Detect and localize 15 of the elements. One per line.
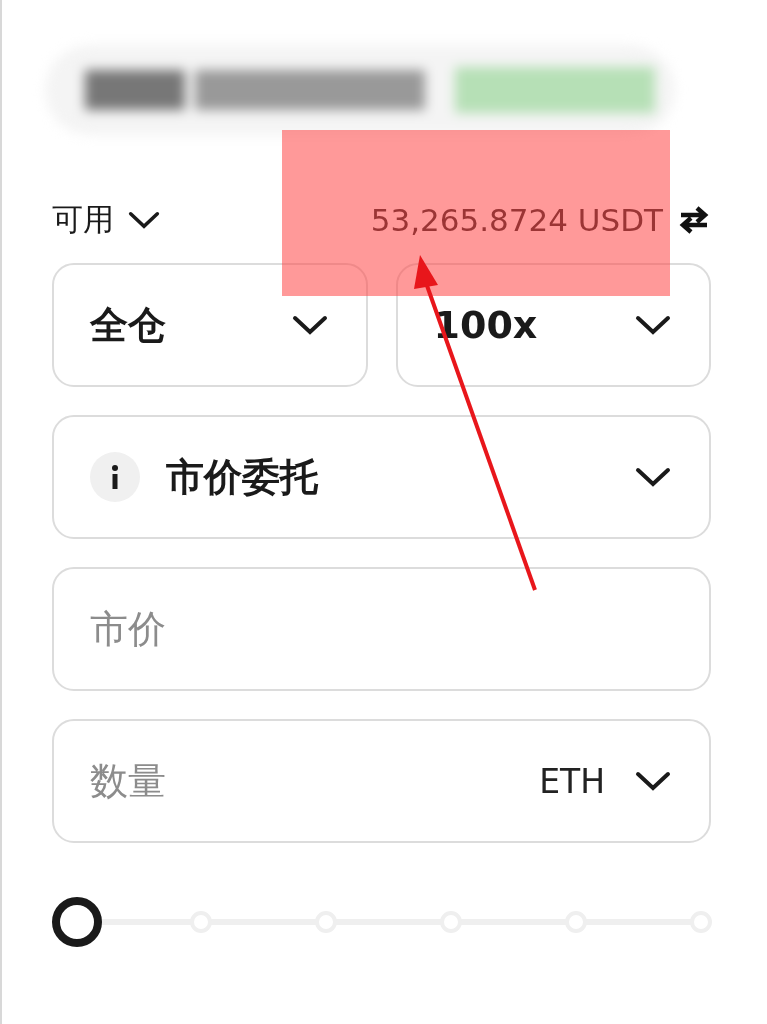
swap-icon[interactable] [677,203,711,237]
chevron-down-icon [635,467,671,487]
margin-mode-select[interactable]: 全仓 [52,263,368,387]
amount-slider[interactable] [52,895,711,949]
chevron-down-icon [291,315,328,335]
order-type-select[interactable]: 市价委托 [52,415,711,539]
info-icon [110,464,120,490]
chevron-down-icon [635,771,671,791]
available-label: 可用 [52,200,114,239]
unit-select[interactable]: ETH [539,761,605,801]
slider-thumb[interactable] [52,897,102,947]
balance-value: 53,265.8724 USDT [370,202,663,238]
chevron-down-icon [128,210,160,230]
quantity-field[interactable]: 数量 ETH [52,719,711,843]
chevron-down-icon [635,315,671,335]
